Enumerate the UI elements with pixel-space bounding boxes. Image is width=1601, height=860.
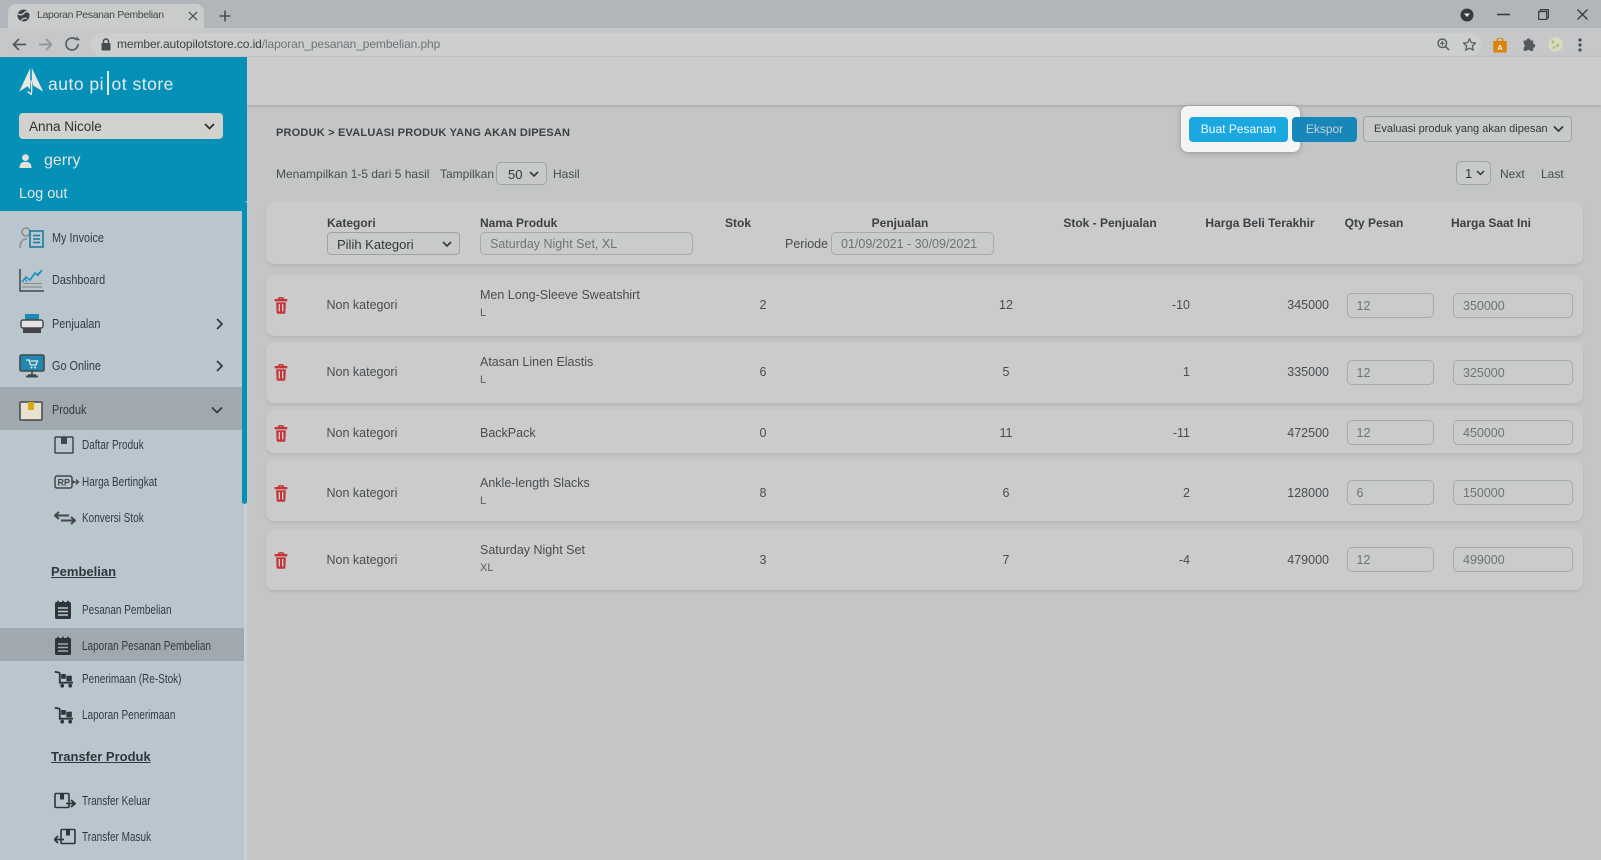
svg-text:RP: RP (58, 478, 71, 488)
svg-text:A: A (1497, 43, 1503, 52)
